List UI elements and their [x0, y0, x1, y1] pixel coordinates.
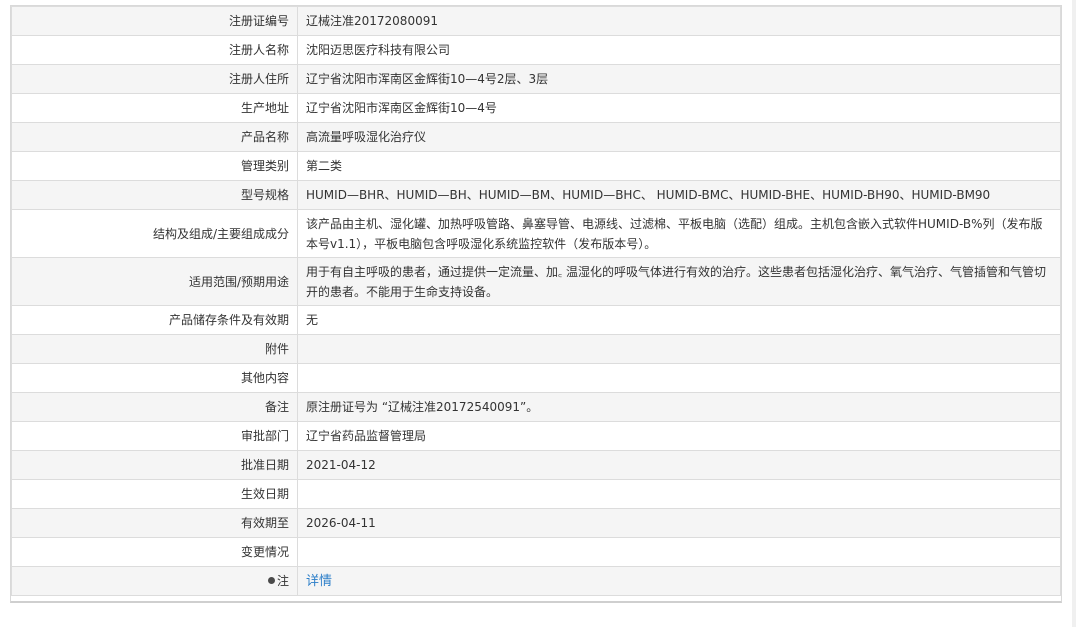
table-row: 批准日期 2021-04-12	[11, 450, 1061, 480]
row-label: 型号规格	[11, 180, 298, 210]
row-value	[297, 363, 1061, 393]
row-value: 辽宁省沈阳市浑南区金辉街10—4号2层、3层	[297, 64, 1061, 94]
table-row: 适用范围/预期用途 用于有自主呼吸的患者，通过提供一定流量、加꜀ 温湿化的呼吸气…	[11, 257, 1061, 306]
row-value	[297, 334, 1061, 364]
table-row-note: 注 详情	[11, 566, 1061, 596]
row-value: 原注册证号为 “辽械注准20172540091”。	[297, 392, 1061, 422]
row-label: 产品名称	[11, 122, 298, 152]
row-value: 辽宁省药品监督管理局	[297, 421, 1061, 451]
row-label: 批准日期	[11, 450, 298, 480]
table-row: 生效日期	[11, 479, 1061, 509]
table-row: 结构及组成/主要组成成分 该产品由主机、湿化罐、加热呼吸管路、鼻塞导管、电源线、…	[11, 209, 1061, 258]
row-value: 高流量呼吸湿化治疗仪	[297, 122, 1061, 152]
row-label: 其他内容	[11, 363, 298, 393]
row-label: 注	[11, 566, 298, 596]
row-value	[297, 537, 1061, 567]
table-row: 注册人住所 辽宁省沈阳市浑南区金辉街10—4号2层、3层	[11, 64, 1061, 94]
row-label: 注册人名称	[11, 35, 298, 65]
row-value: 2026-04-11	[297, 508, 1061, 538]
bullet-icon	[267, 577, 275, 584]
row-label: 附件	[11, 334, 298, 364]
table-row: 其他内容	[11, 363, 1061, 393]
row-value: 沈阳迈思医疗科技有限公司	[297, 35, 1061, 65]
row-label: 管理类别	[11, 151, 298, 181]
row-value: 辽宁省沈阳市浑南区金辉街10—4号	[297, 93, 1061, 123]
row-value: 该产品由主机、湿化罐、加热呼吸管路、鼻塞导管、电源线、过滤棉、平板电脑（选配）组…	[297, 209, 1061, 258]
row-value: 2021-04-12	[297, 450, 1061, 480]
row-label: 生产地址	[11, 93, 298, 123]
row-label: 有效期至	[11, 508, 298, 538]
row-label: 变更情况	[11, 537, 298, 567]
table-row: 型号规格 HUMID—BHR、HUMID—BH、HUMID—BM、HUMID—B…	[11, 180, 1061, 210]
table-row: 注册人名称 沈阳迈思医疗科技有限公司	[11, 35, 1061, 65]
row-value: 详情	[297, 566, 1061, 596]
table-row: 管理类别 第二类	[11, 151, 1061, 181]
row-value: 第二类	[297, 151, 1061, 181]
row-value	[297, 479, 1061, 509]
row-label: 结构及组成/主要组成成分	[11, 209, 298, 258]
table-row: 注册证编号 辽械注准20172080091	[11, 6, 1061, 36]
table-row: 变更情况	[11, 537, 1061, 567]
row-label: 备注	[11, 392, 298, 422]
table-row: 有效期至 2026-04-11	[11, 508, 1061, 538]
table-row: 附件	[11, 334, 1061, 364]
row-value: 用于有自主呼吸的患者，通过提供一定流量、加꜀ 温湿化的呼吸气体进行有效的治疗。这…	[297, 257, 1061, 306]
table-row: 审批部门 辽宁省药品监督管理局	[11, 421, 1061, 451]
row-label: 审批部门	[11, 421, 298, 451]
note-label: 注	[276, 574, 289, 588]
row-label: 注册人住所	[11, 64, 298, 94]
row-label: 产品储存条件及有效期	[11, 305, 298, 335]
row-label: 生效日期	[11, 479, 298, 509]
row-label: 注册证编号	[11, 6, 298, 36]
table-row: 生产地址 辽宁省沈阳市浑南区金辉街10—4号	[11, 93, 1061, 123]
row-value: HUMID—BHR、HUMID—BH、HUMID—BM、HUMID—BHC、 H…	[297, 180, 1061, 210]
row-value: 辽械注准20172080091	[297, 6, 1061, 36]
row-value: 无	[297, 305, 1061, 335]
table-row: 产品名称 高流量呼吸湿化治疗仪	[11, 122, 1061, 152]
details-link[interactable]: 详情	[306, 574, 332, 589]
registration-info-table: 注册证编号 辽械注准20172080091 注册人名称 沈阳迈思医疗科技有限公司…	[11, 6, 1061, 596]
table-row: 产品储存条件及有效期 无	[11, 305, 1061, 335]
registration-detail-panel: 注册证编号 辽械注准20172080091 注册人名称 沈阳迈思医疗科技有限公司…	[10, 5, 1062, 603]
row-label: 适用范围/预期用途	[11, 257, 298, 306]
table-row: 备注 原注册证号为 “辽械注准20172540091”。	[11, 392, 1061, 422]
scrollbar-track[interactable]	[1072, 0, 1076, 627]
